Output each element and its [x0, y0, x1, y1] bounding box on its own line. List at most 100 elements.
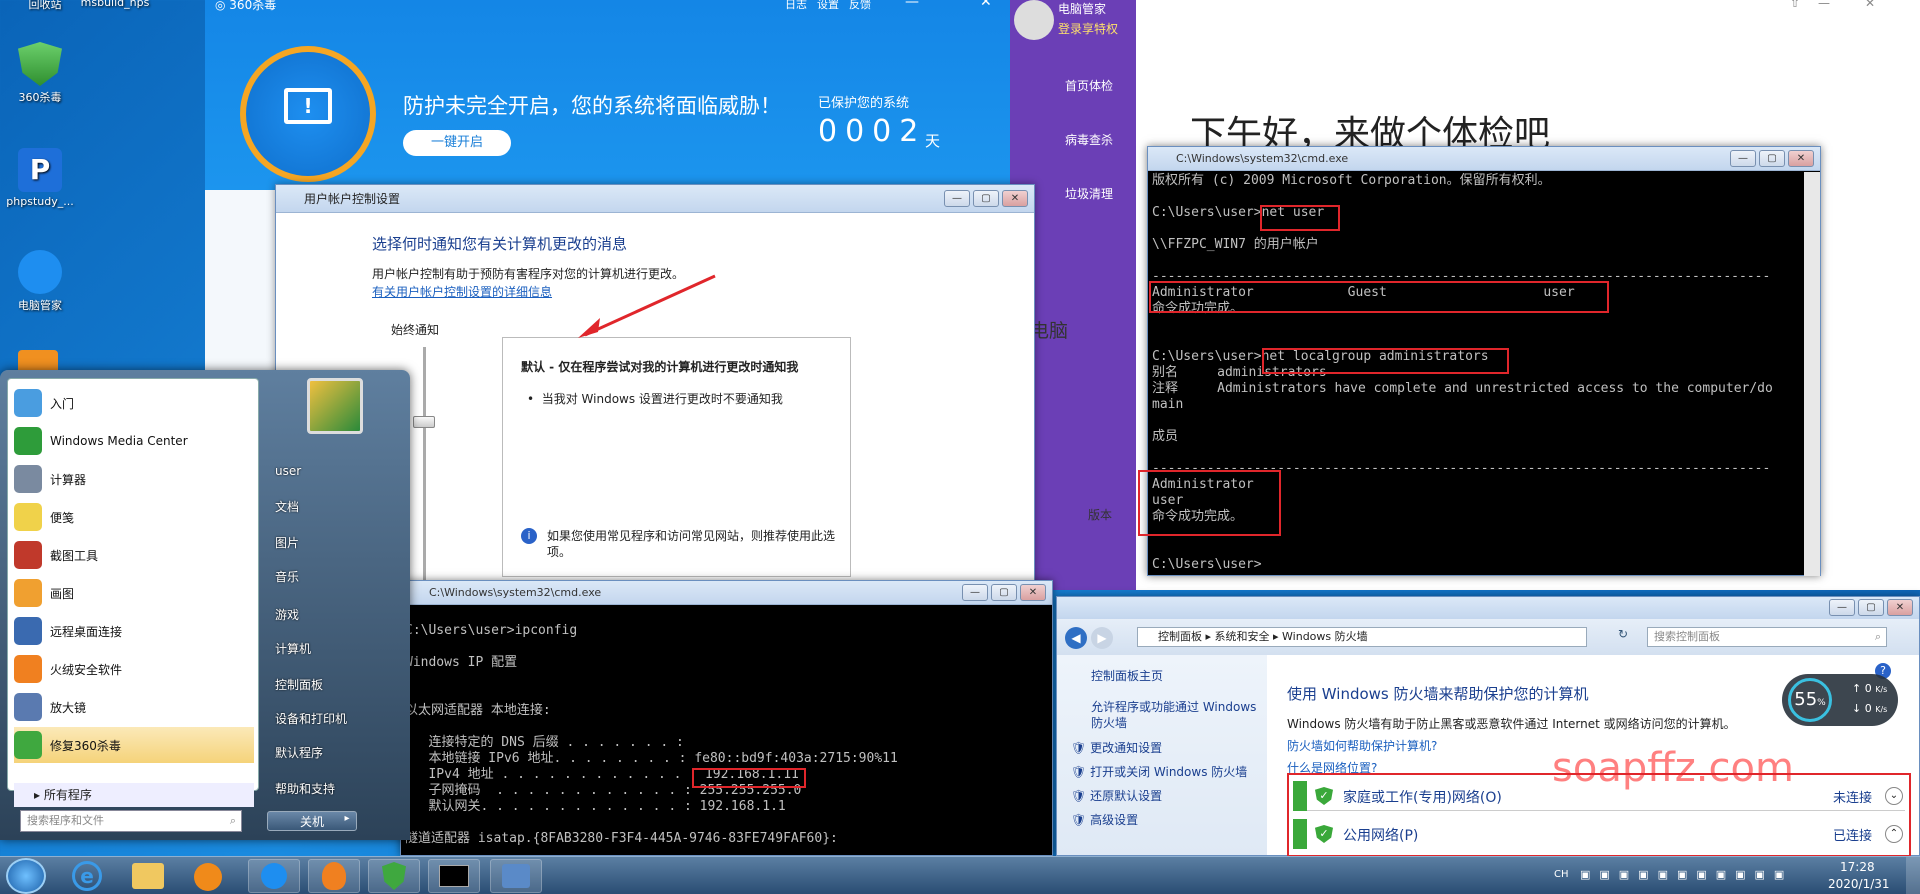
start-right-item[interactable]: 默认程序: [275, 744, 323, 761]
console-line: 以太网适配器 本地连接:: [405, 703, 551, 718]
start-item[interactable]: Windows Media Center: [14, 423, 254, 459]
all-programs-button[interactable]: ▸ 所有程序: [14, 783, 254, 807]
start-item[interactable]: 修复360杀毒: [14, 727, 254, 763]
start-item-label: 画图: [50, 586, 75, 601]
user-picture[interactable]: [307, 378, 363, 434]
minimize-button[interactable]: —: [962, 584, 988, 601]
start-menu: 入门 Windows Media Center 计算器便笺截图工具画图远程桌面连接火…: [0, 370, 410, 840]
start-right-item[interactable]: 游戏: [275, 606, 299, 623]
control-panel-icon: [502, 864, 530, 888]
program-icon: [14, 655, 42, 683]
start-item[interactable]: 入门: [14, 385, 254, 421]
clock-time[interactable]: 17:28: [1840, 860, 1875, 874]
minimize-button[interactable]: —: [1730, 150, 1756, 167]
start-search-input[interactable]: 搜索程序和文件 ⌕: [20, 810, 242, 832]
close-button[interactable]: ✕: [1020, 584, 1046, 601]
tray-icons[interactable]: ▣▣▣▣▣▣▣▣▣▣▣: [1580, 868, 1793, 881]
mediaplayer-icon[interactable]: [194, 863, 222, 891]
console-line: Windows IP 配置: [405, 655, 518, 670]
start-item-label: 火绒安全软件: [50, 662, 123, 677]
fw-side-allow[interactable]: 允许程序或功能通过 Windows 防火墙: [1091, 699, 1261, 731]
start-item-label: 修复360杀毒: [50, 738, 121, 753]
program-icon: [14, 693, 42, 721]
breadcrumb[interactable]: 控制面板 ▸ 系统和安全 ▸ Windows 防火墙: [1137, 627, 1587, 647]
start-item[interactable]: 计算器: [14, 461, 254, 497]
taskbar-cmd[interactable]: [428, 859, 480, 893]
console-line: 版权所有 (c) 2009 Microsoft Corporation。保留所有…: [1152, 173, 1551, 188]
start-item-label: Windows Media Center: [50, 434, 188, 448]
start-item[interactable]: 便笺: [14, 499, 254, 535]
console-line: 默认网关. . . . . . . . . . . . . : 192.168.…: [405, 799, 786, 814]
fw-description: Windows 防火墙有助于防止黑客或恶意软件通过 Internet 或网络访问…: [1287, 717, 1736, 731]
fw-network-private[interactable]: ✓ 家庭或工作(专用)网络(O) 未连接 ⌄: [1293, 781, 1905, 811]
status-bar-green: [1293, 781, 1307, 811]
fw-side-notify[interactable]: 🛡 更改通知设置: [1071, 739, 1162, 756]
back-button[interactable]: ◀: [1065, 627, 1087, 649]
fw-sidebar: 控制面板主页 允许程序或功能通过 Windows 防火墙 🛡 更改通知设置 🛡 …: [1057, 655, 1267, 855]
fw-heading: 使用 Windows 防火墙来帮助保护您的计算机: [1287, 685, 1589, 703]
program-icon: [14, 503, 42, 531]
start-right-item[interactable]: 音乐: [275, 568, 299, 585]
ie-icon[interactable]: e: [72, 861, 102, 891]
taskbar-pcmanager[interactable]: [248, 859, 300, 893]
start-right-item[interactable]: 文档: [275, 498, 299, 515]
scrollbar[interactable]: [1804, 172, 1820, 576]
fw-side-home[interactable]: 控制面板主页: [1091, 667, 1163, 684]
chevron-down-icon[interactable]: ⌄: [1885, 787, 1903, 805]
speed-widget[interactable]: 55% ↑ 0 K/s ↓ 0 K/s: [1782, 674, 1898, 726]
fw-network-public[interactable]: ✓ 公用网络(P) 已连接 ⌃: [1293, 819, 1905, 849]
taskbar-huorong[interactable]: [308, 859, 360, 893]
shield-icon: [382, 862, 406, 890]
console-line: C:\Users\user>: [1152, 557, 1262, 572]
start-item[interactable]: 截图工具: [14, 537, 254, 573]
start-item-label: 便笺: [50, 510, 75, 525]
program-icon: [14, 579, 42, 607]
cmd2-title: C:\Windows\system32\cmd.exe: [429, 586, 602, 599]
taskbar-360[interactable]: [368, 859, 420, 893]
shutdown-options-button[interactable]: ▸: [339, 813, 355, 829]
download-speed: ↓ 0 K/s: [1852, 702, 1888, 715]
close-button[interactable]: ✕: [1788, 150, 1814, 167]
minimize-button[interactable]: —: [1829, 599, 1855, 616]
fw-side-advanced[interactable]: 🛡 高级设置: [1071, 811, 1138, 828]
program-icon: [14, 541, 42, 569]
fw-search-input[interactable]: 搜索控制面板 ⌕: [1647, 627, 1887, 647]
network-name: 家庭或工作(专用)网络(O): [1343, 790, 1502, 806]
close-button[interactable]: ✕: [1887, 599, 1913, 616]
start-item[interactable]: 火绒安全软件: [14, 651, 254, 687]
maximize-button[interactable]: ▢: [1858, 599, 1884, 616]
start-item-label: 放大镜: [50, 700, 87, 715]
status-bar-green: [1293, 819, 1307, 849]
chevron-up-icon[interactable]: ⌃: [1885, 825, 1903, 843]
fw-side-restore[interactable]: 🛡 还原默认设置: [1071, 787, 1162, 804]
console-line: 隧道适配器 isatap.{8FAB3280-F3F4-445A-9746-83…: [405, 831, 838, 846]
start-item[interactable]: 放大镜: [14, 689, 254, 725]
highlight-user-list: [1149, 281, 1609, 313]
start-item[interactable]: 画图: [14, 575, 254, 611]
forward-button[interactable]: ▶: [1091, 627, 1113, 649]
clock-date[interactable]: 2020/1/31: [1828, 877, 1890, 891]
start-right-item[interactable]: 设备和打印机: [275, 710, 347, 727]
language-indicator[interactable]: CH: [1554, 869, 1569, 880]
start-right-item[interactable]: 计算机: [275, 640, 311, 657]
console-line: 本地链接 IPv6 地址. . . . . . . . : fe80::bd9f…: [405, 751, 898, 766]
fw-side-toggle[interactable]: 🛡 打开或关闭 Windows 防火墙: [1071, 763, 1247, 780]
start-right-item[interactable]: user: [275, 464, 301, 478]
refresh-button[interactable]: ↻: [1613, 627, 1633, 647]
start-button[interactable]: [6, 858, 46, 894]
fw-link-how[interactable]: 防火墙如何帮助保护计算机?: [1287, 737, 1437, 754]
taskbar-control-panel[interactable]: [490, 859, 542, 893]
start-right-item[interactable]: 图片: [275, 534, 299, 551]
explorer-icon[interactable]: [132, 863, 164, 889]
start-item[interactable]: 远程桌面连接: [14, 613, 254, 649]
maximize-button[interactable]: ▢: [1759, 150, 1785, 167]
highlight-localgroup: [1262, 348, 1509, 374]
maximize-button[interactable]: ▢: [991, 584, 1017, 601]
start-right-item[interactable]: 控制面板: [275, 676, 323, 693]
start-right-item[interactable]: 帮助和支持: [275, 780, 335, 797]
show-desktop-button[interactable]: [1906, 857, 1920, 894]
